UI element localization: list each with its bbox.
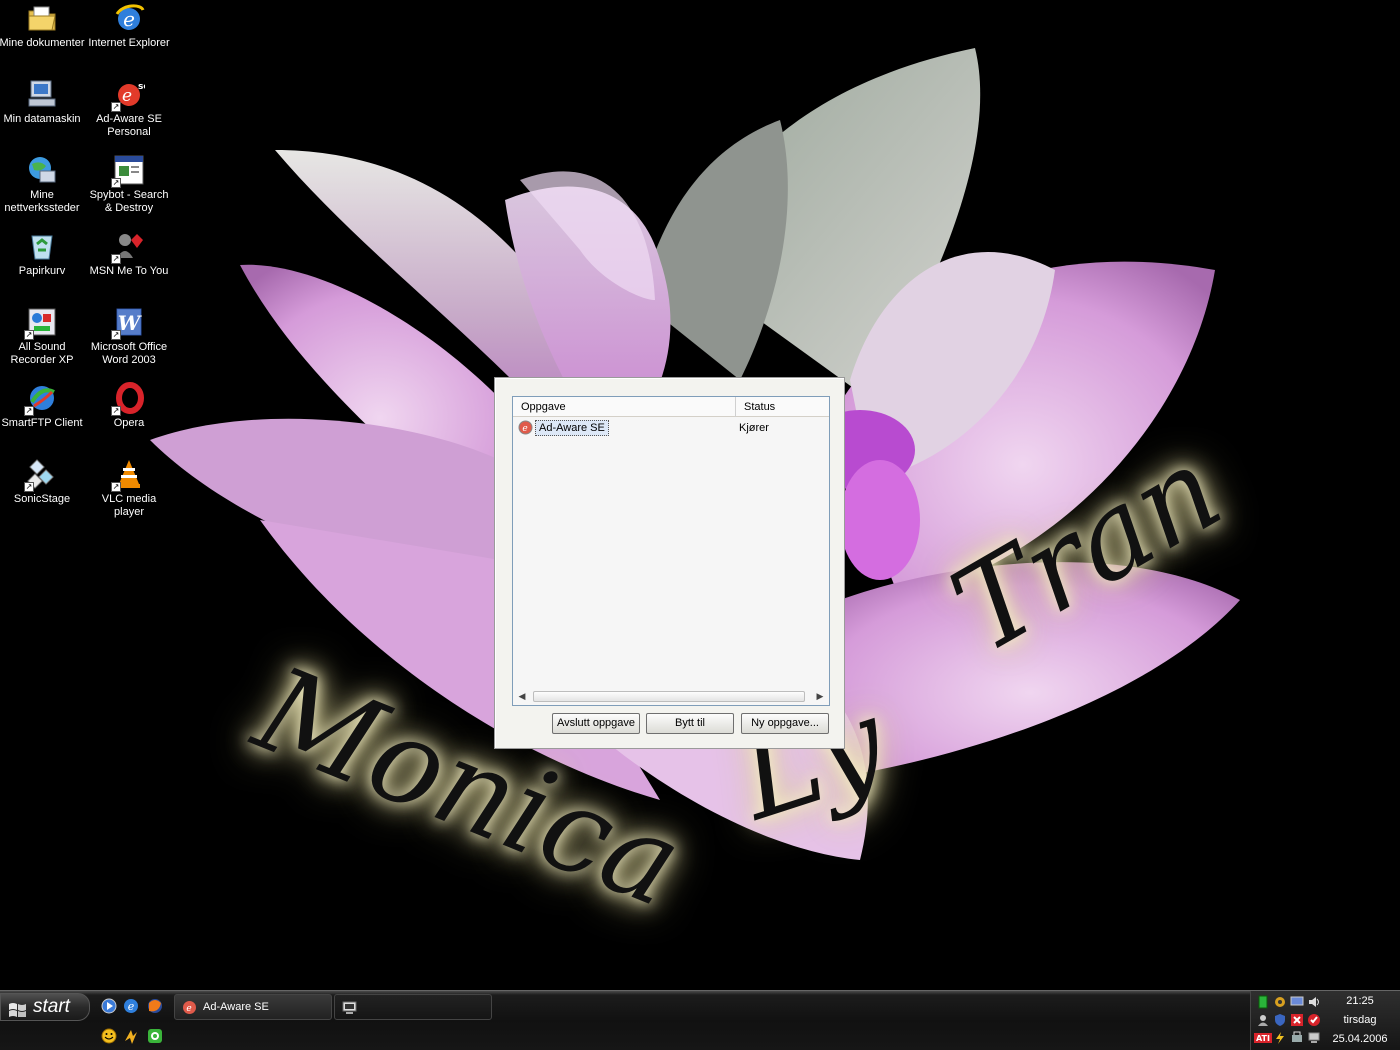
- scrollbar-thumb[interactable]: [533, 691, 805, 702]
- clock-time[interactable]: 21:25: [1321, 995, 1399, 1008]
- internet-explorer-icon[interactable]: e: [122, 997, 140, 1015]
- desktop-icon-sonicstage[interactable]: ↗ SonicStage: [0, 458, 85, 506]
- desktop-icon-internet-explorer[interactable]: e Internet Explorer: [86, 2, 172, 50]
- vlc-icon: ↗: [111, 458, 145, 492]
- ati-icon[interactable]: ATI: [1254, 1031, 1272, 1045]
- sound-recorder-icon: ↗: [24, 306, 58, 340]
- desktop-icon-my-documents[interactable]: Mine dokumenter: [0, 2, 85, 50]
- power-icon[interactable]: [1273, 1031, 1287, 1045]
- scroll-left-icon[interactable]: ◀: [516, 690, 528, 702]
- speaker-icon[interactable]: [1307, 995, 1321, 1009]
- desktop-icon-smartftp[interactable]: ↗ SmartFTP Client: [0, 382, 85, 430]
- taskbar-button-task-manager[interactable]: [334, 994, 492, 1020]
- safely-remove-icon[interactable]: [1290, 1031, 1304, 1045]
- my-computer-icon: [26, 78, 58, 110]
- winamp-icon[interactable]: [122, 1027, 140, 1045]
- desktop-icon-all-sound-recorder[interactable]: ↗ All Sound Recorder XP: [0, 306, 85, 367]
- monitor-icon: [342, 1000, 357, 1015]
- new-task-button[interactable]: Ny oppgave...: [741, 713, 829, 734]
- svg-text:e: e: [128, 1000, 135, 1013]
- gear-icon[interactable]: [1273, 995, 1287, 1009]
- ad-aware-icon: e: [182, 1000, 197, 1015]
- windows-flag-icon: [8, 999, 26, 1018]
- start-button[interactable]: start: [0, 993, 90, 1021]
- task-name: Ad-Aware SE: [535, 420, 609, 436]
- svg-text:e: e: [122, 86, 132, 106]
- task-list[interactable]: Oppgave Status e Ad-Aware SE Kjører ◀ ▶: [512, 396, 830, 706]
- svg-text:e: e: [186, 1004, 191, 1014]
- svg-text:ATI: ATI: [1256, 1034, 1270, 1043]
- network-places-icon: [26, 154, 58, 186]
- svg-text:se: se: [138, 82, 145, 92]
- switch-to-button[interactable]: Bytt til: [646, 713, 734, 734]
- task-row[interactable]: e Ad-Aware SE Kjører: [517, 419, 827, 437]
- desktop-icon-network-places[interactable]: Mine nettverkssteder: [0, 154, 85, 215]
- clock-day[interactable]: tirsdag: [1321, 1014, 1399, 1027]
- task-manager-dialog: Oppgave Status e Ad-Aware SE Kjører ◀ ▶ …: [494, 377, 845, 749]
- svg-text:e: e: [123, 7, 135, 31]
- user-icon[interactable]: [1256, 1013, 1270, 1027]
- taskbar-button-label: Ad-Aware SE: [203, 1001, 269, 1013]
- task-status: Kjører: [739, 422, 769, 434]
- security-center-icon[interactable]: [1290, 1013, 1304, 1027]
- word-icon: W ↗: [111, 306, 145, 340]
- desktop-icon-word[interactable]: W ↗ Microsoft Office Word 2003: [86, 306, 172, 367]
- taskbar: start e e Ad-Aware SE ATI 21:25 tirsdag …: [0, 990, 1400, 1050]
- smiley-icon[interactable]: [100, 1027, 118, 1045]
- folder-documents-icon: [26, 2, 58, 34]
- svg-text:W: W: [118, 311, 143, 335]
- media-player-icon[interactable]: [100, 997, 118, 1015]
- spybot-icon: ↗: [111, 154, 145, 188]
- antivirus-icon[interactable]: [1307, 1013, 1321, 1027]
- smartftp-icon: ↗: [24, 382, 58, 416]
- task-list-header: Oppgave Status: [513, 397, 829, 417]
- desktop-icon-vlc[interactable]: ↗ VLC media player: [86, 458, 172, 519]
- opera-icon: ↗: [111, 382, 145, 416]
- ad-aware-icon: ese ↗: [111, 78, 149, 112]
- scroll-right-icon[interactable]: ▶: [814, 690, 826, 702]
- display-icon[interactable]: [1290, 995, 1304, 1009]
- desktop-icon-msn[interactable]: ↗ MSN Me To You: [86, 230, 172, 278]
- horizontal-scrollbar[interactable]: ◀ ▶: [513, 687, 829, 705]
- computer-icon[interactable]: [1307, 1031, 1321, 1045]
- svg-text:e: e: [522, 424, 527, 434]
- desktop-icon-opera[interactable]: ↗ Opera: [86, 382, 172, 430]
- msn-icon: ↗: [111, 230, 145, 264]
- start-label: start: [33, 996, 70, 1017]
- network-status-icon[interactable]: [1256, 995, 1270, 1009]
- taskbar-button-ad-aware[interactable]: e Ad-Aware SE: [174, 994, 332, 1020]
- desktop-icon-spybot[interactable]: ↗ Spybot - Search & Destroy: [86, 154, 172, 215]
- internet-explorer-icon: e: [113, 2, 145, 34]
- desktop-icon-recycle-bin[interactable]: Papirkurv: [0, 230, 85, 278]
- column-header-status[interactable]: Status: [735, 397, 829, 417]
- firefox-icon[interactable]: [146, 997, 164, 1015]
- desktop-icon-ad-aware[interactable]: ese ↗ Ad-Aware SE Personal: [86, 78, 172, 139]
- messenger-icon[interactable]: [146, 1027, 164, 1045]
- end-task-button[interactable]: Avslutt oppgave: [552, 713, 640, 734]
- desktop-icon-my-computer[interactable]: Min datamaskin: [0, 78, 85, 126]
- recycle-bin-icon: [26, 230, 58, 262]
- sonicstage-icon: ↗: [24, 458, 58, 492]
- column-header-task[interactable]: Oppgave: [513, 397, 735, 417]
- system-tray: ATI 21:25 tirsdag 25.04.2006: [1250, 991, 1400, 1050]
- ad-aware-icon: e: [518, 420, 533, 435]
- clock-date[interactable]: 25.04.2006: [1321, 1033, 1399, 1046]
- shield-icon[interactable]: [1273, 1013, 1287, 1027]
